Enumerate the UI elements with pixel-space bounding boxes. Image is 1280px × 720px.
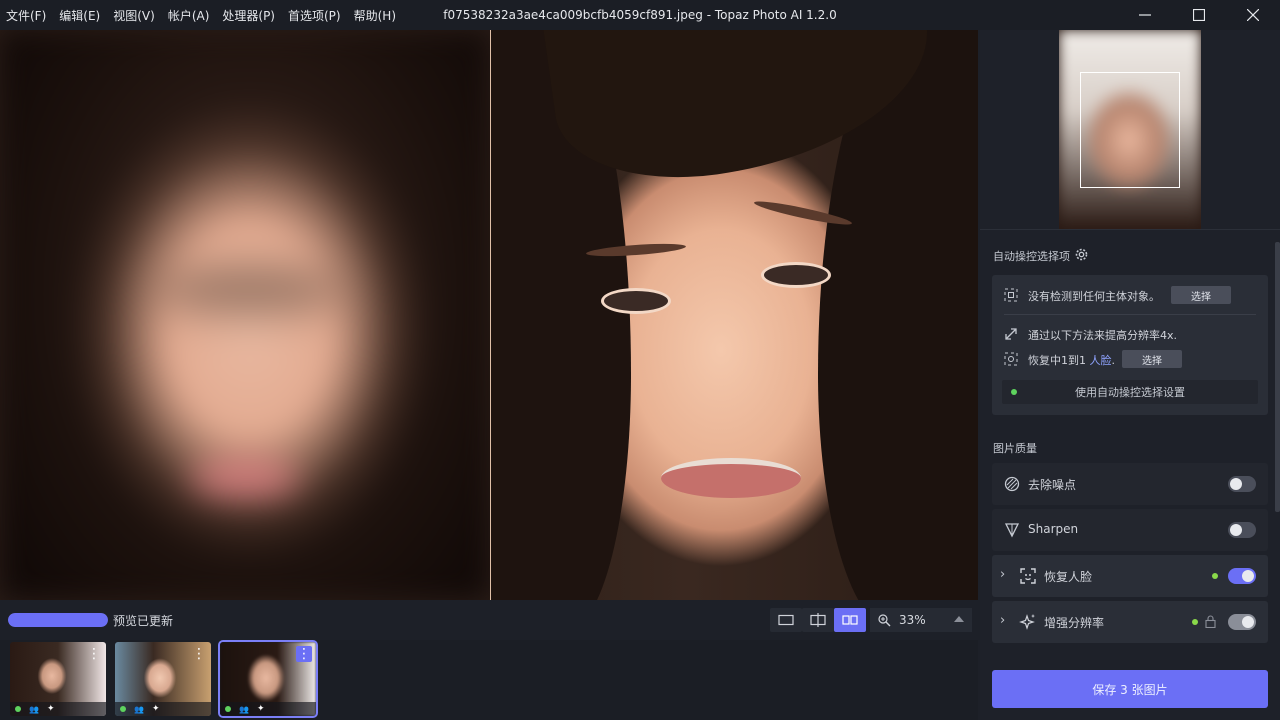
thumbnail-3-selected[interactable]: ⋮ 👥 ✦ <box>218 640 318 718</box>
denoise-toggle[interactable] <box>1228 476 1256 492</box>
enhance-resolution-toggle[interactable] <box>1228 614 1256 630</box>
face-recovery-icon <box>1004 352 1018 369</box>
sparkle-icon: ✦ <box>151 704 160 714</box>
upscale-icon <box>1004 327 1018 344</box>
select-face-button[interactable]: 选择 <box>1122 350 1182 368</box>
maximize-icon <box>1193 9 1205 21</box>
sparkle-icon: ✦ <box>256 704 265 714</box>
filmstrip: ⋮ 👥 ✦ ⋮ 👥 ✦ ⋮ 👥 ✦ <box>0 640 978 720</box>
enhance-resolution-label: 增强分辨率 <box>1044 616 1105 630</box>
thumbnail-menu-icon[interactable]: ⋮ <box>296 646 312 662</box>
lock-icon <box>1205 615 1216 631</box>
status-dot <box>225 706 231 712</box>
sharpen-toggle[interactable] <box>1228 522 1256 538</box>
close-button[interactable] <box>1226 0 1280 30</box>
subject-detect-icon <box>1004 288 1018 305</box>
menu-bar: 文件(F) 编辑(E) 视图(V) 帐户(A) 处理器(P) 首选项(P) 帮助… <box>0 7 409 24</box>
face-icon: 👥 <box>134 704 144 714</box>
status-bar: 预览已更新 33% <box>0 600 978 640</box>
close-icon <box>1247 9 1259 21</box>
select-subject-button[interactable]: 选择 <box>1171 286 1231 304</box>
split-view-icon <box>810 613 826 627</box>
thumbnail-menu-icon[interactable]: ⋮ <box>191 646 207 662</box>
enhance-resolution-row[interactable]: › 增强分辨率 <box>992 601 1268 643</box>
face-count-text: 恢复中1到1 <box>1028 354 1090 367</box>
autopilot-title: 自动操控选择项 <box>993 250 1070 263</box>
sparkle-icon <box>1018 612 1038 632</box>
menu-processor[interactable]: 处理器(P) <box>222 7 275 24</box>
face-icon: 👥 <box>239 704 249 714</box>
recover-faces-row[interactable]: › 恢复人脸 <box>992 555 1268 597</box>
navigator-viewport-frame[interactable] <box>1080 72 1180 188</box>
denoise-label: 去除噪点 <box>1028 478 1077 492</box>
view-mode-group <box>770 608 866 632</box>
window-controls <box>1118 0 1280 30</box>
zoom-value: 33% <box>899 613 926 627</box>
side-by-side-icon <box>842 615 858 625</box>
status-dot <box>1011 389 1017 395</box>
menu-file[interactable]: 文件(F) <box>6 7 46 24</box>
sharpen-icon <box>1002 520 1022 540</box>
zoom-control[interactable]: 33% <box>870 608 972 632</box>
menu-preferences[interactable]: 首选项(P) <box>288 7 341 24</box>
original-preview <box>0 30 490 600</box>
minimize-button[interactable] <box>1118 0 1172 30</box>
thumbnail-menu-icon[interactable]: ⋮ <box>86 646 102 662</box>
processed-preview <box>490 30 978 600</box>
menu-account[interactable]: 帐户(A) <box>168 7 210 24</box>
zoom-dropdown-icon[interactable] <box>954 616 964 622</box>
image-quality-title: 图片质量 <box>993 442 1037 455</box>
upscale-text: 通过以下方法来提高分辨率4x. <box>1028 329 1178 342</box>
face-recovery-icon <box>1018 566 1038 586</box>
active-dot <box>1192 619 1198 625</box>
right-panel: 自动操控选择项 没有检测到任何主体对象。 选择 通过以下方法来提高分辨率4x. … <box>980 30 1280 720</box>
single-view-button[interactable] <box>770 608 802 632</box>
thumbnail-1[interactable]: ⋮ 👥 ✦ <box>10 642 106 716</box>
split-view-button[interactable] <box>802 608 834 632</box>
zoom-icon <box>878 613 891 626</box>
use-autopilot-settings-button[interactable]: 使用自动操控选择设置 <box>1002 380 1258 404</box>
save-images-button[interactable]: 保存 3 张图片 <box>992 670 1268 708</box>
preview-progress-bar <box>8 613 108 627</box>
panel-scrollbar[interactable] <box>1275 242 1280 512</box>
face-icon: 👥 <box>29 704 39 714</box>
menu-view[interactable]: 视图(V) <box>113 7 155 24</box>
image-viewer[interactable] <box>0 30 978 600</box>
sparkle-icon: ✦ <box>46 704 55 714</box>
status-text: 预览已更新 <box>113 614 174 628</box>
original-image <box>0 30 490 600</box>
recover-faces-label: 恢复人脸 <box>1044 570 1093 584</box>
single-view-icon <box>778 614 794 626</box>
status-dot <box>120 706 126 712</box>
subject-text: 没有检测到任何主体对象。 <box>1028 290 1160 303</box>
thumbnail-2[interactable]: ⋮ 👥 ✦ <box>115 642 211 716</box>
maximize-button[interactable] <box>1172 0 1226 30</box>
status-dot <box>15 706 21 712</box>
minimize-icon <box>1139 14 1151 16</box>
gear-icon[interactable] <box>1075 246 1088 265</box>
menu-edit[interactable]: 编辑(E) <box>59 7 100 24</box>
chevron-right-icon[interactable]: › <box>1000 567 1005 582</box>
sharpen-label: Sharpen <box>1028 522 1079 536</box>
menu-help[interactable]: 帮助(H) <box>354 7 396 24</box>
denoise-row[interactable]: 去除噪点 <box>992 463 1268 505</box>
chevron-right-icon[interactable]: › <box>1000 613 1005 628</box>
title-bar: 文件(F) 编辑(E) 视图(V) 帐户(A) 处理器(P) 首选项(P) 帮助… <box>0 0 1280 30</box>
autopilot-card: 没有检测到任何主体对象。 选择 通过以下方法来提高分辨率4x. 恢复中1到1 人… <box>992 275 1268 415</box>
active-dot <box>1212 573 1218 579</box>
denoise-icon <box>1002 474 1022 494</box>
face-link[interactable]: 人脸 <box>1090 354 1112 367</box>
navigator-preview[interactable] <box>1059 30 1201 229</box>
recover-faces-toggle[interactable] <box>1228 568 1256 584</box>
sharpen-row[interactable]: Sharpen <box>992 509 1268 551</box>
side-by-side-view-button[interactable] <box>834 608 866 632</box>
